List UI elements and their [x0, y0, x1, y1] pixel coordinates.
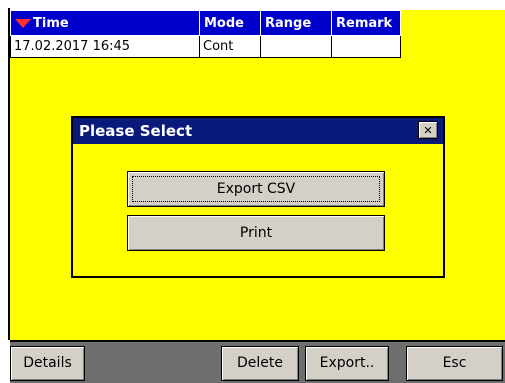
dialog-title-bar: Please Select ×	[73, 118, 443, 144]
table-header-row: Time Mode Range Remark	[10, 10, 401, 36]
dialog-title: Please Select	[79, 122, 193, 140]
column-header-time[interactable]: Time	[10, 10, 200, 36]
column-header-range[interactable]: Range	[260, 10, 332, 36]
column-header-mode[interactable]: Mode	[199, 10, 261, 36]
main-screen: Time Mode Range Remark 17.02.2017 16:45 …	[10, 10, 505, 383]
cell-range	[260, 35, 332, 58]
cell-mode: Cont	[199, 35, 261, 58]
export-button[interactable]: Export..	[305, 346, 389, 381]
details-button[interactable]: Details	[10, 346, 85, 381]
column-header-remark[interactable]: Remark	[331, 10, 401, 36]
close-button[interactable]: ×	[418, 121, 438, 139]
export-csv-label: Export CSV	[216, 181, 296, 197]
print-button[interactable]: Print	[127, 215, 385, 251]
column-header-time-label: Time	[33, 15, 69, 31]
measurement-table: Time Mode Range Remark 17.02.2017 16:45 …	[10, 10, 401, 58]
bottom-toolbar: Details Delete Export.. Esc	[10, 340, 505, 383]
print-label: Print	[239, 225, 273, 241]
delete-button[interactable]: Delete	[221, 346, 299, 381]
export-csv-button[interactable]: Export CSV	[127, 171, 385, 207]
close-icon: ×	[423, 122, 433, 139]
please-select-dialog: Please Select × Export CSV Print	[71, 116, 445, 278]
cell-time: 17.02.2017 16:45	[10, 35, 200, 58]
cell-remark	[331, 35, 401, 58]
table-row[interactable]: 17.02.2017 16:45 Cont	[10, 35, 401, 58]
esc-button[interactable]: Esc	[406, 346, 503, 381]
sort-down-arrow-icon	[15, 18, 31, 28]
